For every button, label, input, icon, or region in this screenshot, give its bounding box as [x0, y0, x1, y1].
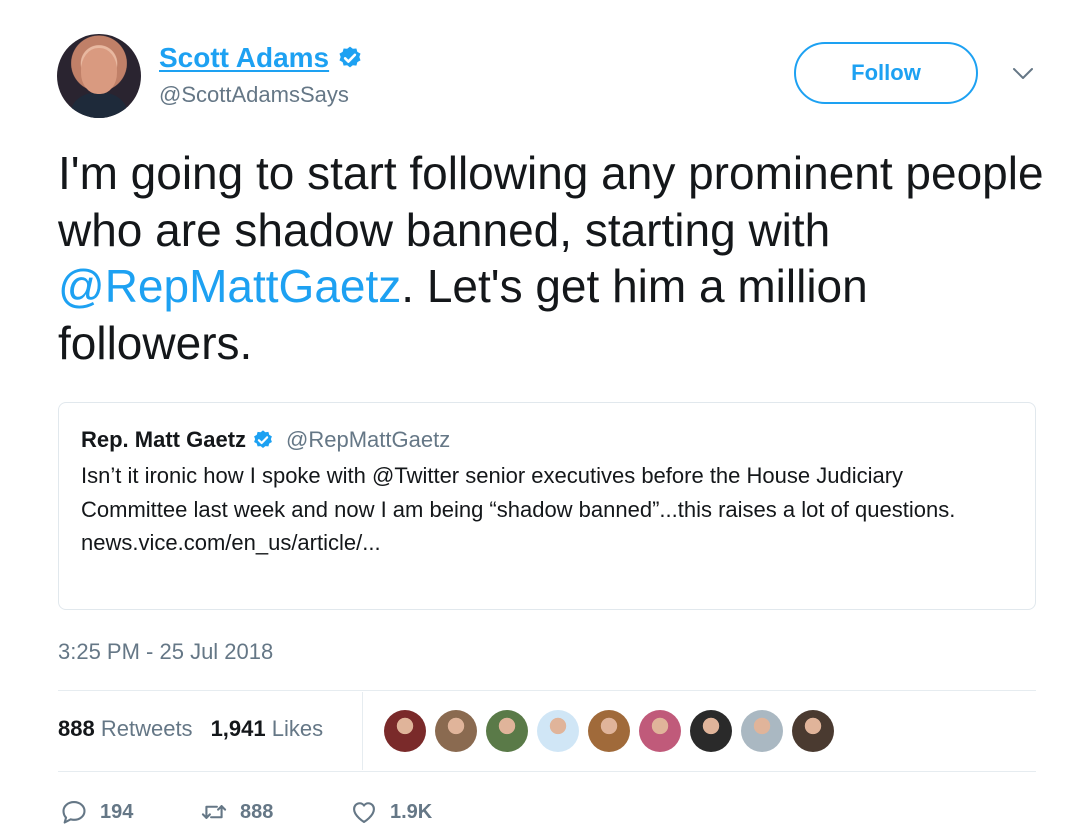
liker-avatars [384, 710, 834, 752]
quoted-tweet-header: Rep. Matt Gaetz @RepMattGaetz [81, 427, 450, 453]
tweet-text-before: I'm going to start following any promine… [58, 147, 1044, 256]
retweet-icon [201, 805, 227, 819]
stats-separator [362, 692, 363, 770]
quoted-tweet-body: Isn’t it ironic how I spoke with @Twitte… [81, 459, 1011, 560]
retweets-label: Retweets [100, 716, 193, 741]
likes-label: Likes [271, 716, 324, 741]
tweet-text: I'm going to start following any promine… [58, 145, 1058, 371]
liker-avatar[interactable] [384, 710, 426, 752]
heart-icon [353, 802, 375, 823]
like-count: 1.9K [390, 800, 433, 823]
retweet-count: 888 [240, 800, 274, 823]
author-name-row: Scott Adams [159, 42, 363, 74]
mention-link[interactable]: @RepMattGaetz [58, 260, 401, 312]
quoted-tweet-text: Isn’t it ironic how I spoke with @Twitte… [81, 463, 956, 522]
tweet-stats: 888 Retweets 1,941 Likes [58, 716, 323, 742]
likes-stat[interactable]: 1,941 Likes [211, 716, 324, 742]
quoted-tweet[interactable]: Rep. Matt Gaetz @RepMattGaetz Isn’t it i… [58, 402, 1036, 610]
liker-avatar[interactable] [486, 710, 528, 752]
retweets-stat[interactable]: 888 Retweets [58, 716, 193, 742]
likes-count: 1,941 [210, 716, 266, 741]
quoted-author-handle: @RepMattGaetz [286, 427, 451, 452]
quoted-tweet-link[interactable]: news.vice.com/en_us/article/... [81, 526, 1011, 560]
avatar-shirt [71, 92, 127, 118]
quoted-author-name: Rep. Matt Gaetz [81, 427, 247, 452]
retweet-button[interactable]: 888 [200, 798, 350, 826]
liker-avatar[interactable] [690, 710, 732, 752]
author-name[interactable]: Scott Adams [159, 42, 329, 74]
liker-avatar[interactable] [537, 710, 579, 752]
reply-icon [62, 801, 86, 824]
author-handle[interactable]: @ScottAdamsSays [159, 82, 349, 108]
reply-button[interactable]: 194 [60, 798, 200, 826]
retweets-count: 888 [58, 716, 95, 741]
liker-avatar[interactable] [588, 710, 630, 752]
like-button[interactable]: 1.9K [350, 798, 432, 826]
verified-badge-icon [339, 46, 361, 68]
liker-avatar[interactable] [435, 710, 477, 752]
liker-avatar[interactable] [741, 710, 783, 752]
author-avatar[interactable] [57, 34, 141, 118]
avatar-face [81, 48, 117, 94]
liker-avatar[interactable] [792, 710, 834, 752]
follow-button[interactable]: Follow [794, 42, 978, 104]
tweet-timestamp[interactable]: 3:25 PM - 25 Jul 2018 [58, 639, 273, 665]
liker-avatar[interactable] [639, 710, 681, 752]
verified-badge-icon [254, 430, 272, 448]
reply-count: 194 [100, 800, 134, 823]
divider [58, 771, 1036, 772]
chevron-down-icon[interactable] [1010, 64, 1036, 84]
divider [58, 690, 1036, 691]
tweet-actions: 194 888 1.9K [60, 798, 432, 826]
